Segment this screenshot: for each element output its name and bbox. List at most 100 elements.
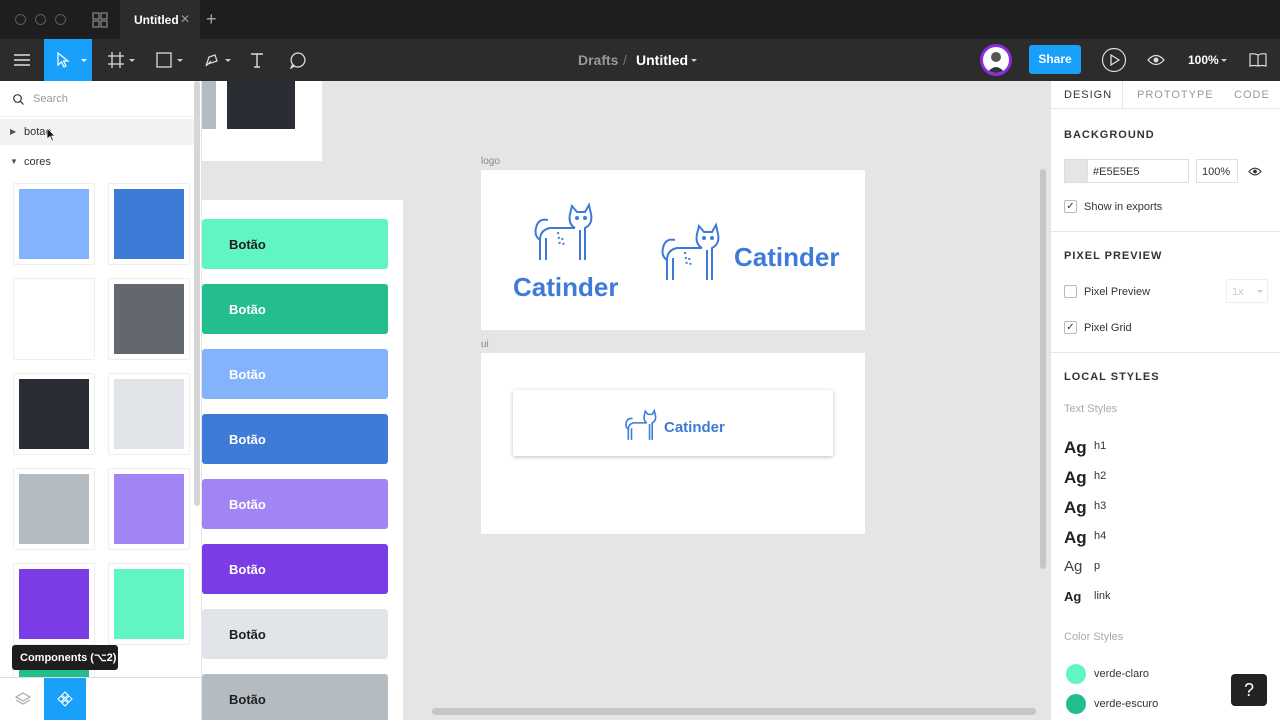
- pixel-grid-checkbox[interactable]: ✓: [1064, 321, 1077, 334]
- frame-ui[interactable]: Catinder: [481, 353, 865, 534]
- shape-tool-button[interactable]: [148, 39, 188, 81]
- caret-down-icon: ▼: [10, 157, 18, 166]
- assets-search[interactable]: Search: [0, 81, 201, 117]
- comment-tool-button[interactable]: [286, 39, 310, 81]
- present-button[interactable]: [1100, 39, 1128, 81]
- frame-botoes[interactable]: Botão Botão Botão Botão Botão Botão Botã…: [202, 200, 403, 720]
- show-in-exports-checkbox[interactable]: ✓: [1064, 200, 1077, 213]
- search-input[interactable]: Search: [33, 93, 68, 105]
- filename-chevron-down-icon[interactable]: [691, 59, 697, 62]
- swatch-card[interactable]: [13, 278, 95, 360]
- frame-partial[interactable]: [202, 81, 322, 161]
- text-style-link-sample: Ag: [1064, 589, 1082, 604]
- swatch-card[interactable]: [108, 373, 190, 455]
- color-swatch: [19, 474, 89, 544]
- text-style-h3[interactable]: h3: [1094, 500, 1106, 512]
- layers-icon: [15, 692, 31, 705]
- text-style-link[interactable]: link: [1094, 590, 1111, 602]
- text-style-h4-sample: Ag: [1064, 528, 1087, 547]
- components-tab[interactable]: [44, 678, 86, 720]
- play-icon: [1101, 47, 1127, 73]
- group-cores[interactable]: ▼ cores: [0, 149, 196, 175]
- background-color-swatch[interactable]: [1064, 159, 1088, 183]
- botao-verde-escuro[interactable]: Botão: [202, 284, 388, 334]
- components-tooltip: Components (⌥2): [12, 645, 118, 670]
- text-style-h2[interactable]: h2: [1094, 470, 1106, 482]
- canvas-vertical-scrollbar[interactable]: [1040, 169, 1046, 569]
- panel-switcher: [0, 677, 201, 720]
- frame-logo[interactable]: Catinder Catinder: [481, 170, 865, 330]
- canvas-horizontal-scrollbar[interactable]: [432, 708, 1036, 715]
- header-card[interactable]: Catinder: [513, 390, 833, 456]
- close-window-button[interactable]: [15, 14, 26, 25]
- text-style-h1[interactable]: h1: [1094, 440, 1106, 452]
- swatch-card[interactable]: [108, 278, 190, 360]
- main-menu-icon[interactable]: [0, 39, 44, 81]
- tab-close-icon[interactable]: ✕: [180, 12, 190, 26]
- text-tool-button[interactable]: [244, 39, 270, 81]
- color-swatch: [114, 379, 184, 449]
- breadcrumb-drafts[interactable]: Drafts: [578, 52, 618, 68]
- color-style-verde-escuro[interactable]: verde-escuro: [1094, 698, 1158, 710]
- swatch-card[interactable]: [13, 183, 95, 265]
- swatch-card[interactable]: [13, 563, 95, 645]
- pixel-preview-scale-select[interactable]: 1x: [1226, 279, 1268, 303]
- cursor-icon: [57, 52, 70, 68]
- tab-design[interactable]: DESIGN: [1064, 89, 1112, 101]
- frame-label-ui[interactable]: ui: [481, 339, 489, 350]
- text-style-h4[interactable]: h4: [1094, 530, 1106, 542]
- eye-icon[interactable]: [1248, 167, 1262, 176]
- button-label: Botão: [229, 627, 266, 642]
- frame-tool-button[interactable]: [100, 39, 140, 81]
- user-avatar[interactable]: [980, 44, 1012, 76]
- text-style-h1-sample: Ag: [1064, 438, 1087, 457]
- zoom-window-button[interactable]: [55, 14, 66, 25]
- botao-azul[interactable]: Botão: [202, 414, 388, 464]
- new-tab-button[interactable]: +: [206, 9, 217, 30]
- background-hex-input[interactable]: #E5E5E5: [1087, 159, 1189, 183]
- frame-label-logo[interactable]: logo: [481, 156, 500, 167]
- swatch-card[interactable]: [13, 373, 95, 455]
- botao-verde-claro[interactable]: Botão: [202, 219, 388, 269]
- tab-title: Untitled: [134, 13, 179, 27]
- text-style-p[interactable]: p: [1094, 560, 1100, 572]
- pen-tool-button[interactable]: [196, 39, 236, 81]
- pixel-preview-section-title: PIXEL PREVIEW: [1064, 250, 1163, 262]
- layers-tab[interactable]: [0, 678, 44, 720]
- share-button[interactable]: Share: [1029, 45, 1081, 74]
- color-style-verde-claro[interactable]: verde-claro: [1094, 668, 1149, 680]
- botao-cinza-claro[interactable]: Botão: [202, 609, 388, 659]
- files-grid-icon[interactable]: [92, 12, 108, 28]
- library-button[interactable]: [1247, 39, 1269, 81]
- properties-tabs: DESIGN PROTOTYPE CODE: [1051, 81, 1280, 109]
- tab-untitled[interactable]: Untitled ✕: [120, 0, 200, 39]
- text-style-p-sample: Ag: [1064, 558, 1083, 575]
- swatch-card[interactable]: [108, 563, 190, 645]
- swatch-card[interactable]: [108, 468, 190, 550]
- view-toggle-button[interactable]: [1145, 39, 1167, 81]
- color-styles-label: Color Styles: [1064, 631, 1124, 643]
- color-style-swatch: [1066, 694, 1086, 714]
- caret-right-icon: ▶: [10, 127, 17, 136]
- botao-roxo-claro[interactable]: Botão: [202, 479, 388, 529]
- breadcrumb-filename[interactable]: Untitled: [636, 52, 688, 68]
- group-botao[interactable]: ▶ botao: [0, 119, 196, 145]
- botao-roxo[interactable]: Botão: [202, 544, 388, 594]
- pixel-preview-checkbox[interactable]: [1064, 285, 1077, 298]
- assets-scrollbar[interactable]: [194, 81, 200, 506]
- canvas[interactable]: Botão Botão Botão Botão Botão Botão Botã…: [202, 81, 1050, 720]
- botao-cinza[interactable]: Botão: [202, 674, 388, 720]
- swatch-card[interactable]: [108, 183, 190, 265]
- botao-azul-claro[interactable]: Botão: [202, 349, 388, 399]
- background-opacity-input[interactable]: 100%: [1196, 159, 1238, 183]
- move-tool-button[interactable]: [44, 39, 92, 81]
- help-button[interactable]: ?: [1231, 674, 1267, 706]
- color-swatch: [114, 284, 184, 354]
- tab-code[interactable]: CODE: [1234, 89, 1270, 101]
- chevron-down-icon: [1257, 290, 1263, 293]
- zoom-level[interactable]: 100%: [1188, 53, 1219, 67]
- swatch-card[interactable]: [13, 468, 95, 550]
- tab-prototype[interactable]: PROTOTYPE: [1137, 89, 1214, 101]
- zoom-chevron-down-icon[interactable]: [1221, 59, 1227, 62]
- minimize-window-button[interactable]: [35, 14, 46, 25]
